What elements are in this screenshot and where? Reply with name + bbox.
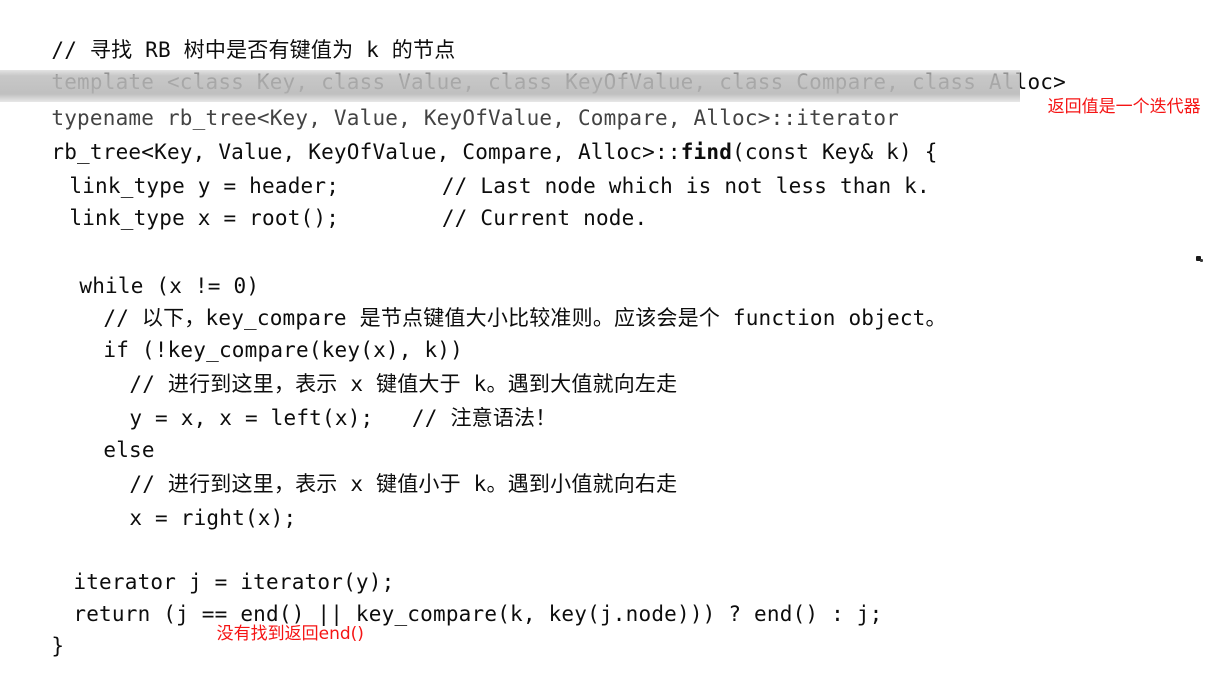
code-line-iterator-j: iterator j = iterator(y); xyxy=(0,534,1218,594)
code-line-comment-find-key: // 寻找 RB 树中是否有键值为 k 的节点 xyxy=(0,2,1218,62)
code-line-assign-right: x = right(x); xyxy=(0,470,1218,530)
annotation-not-found-returns-end: 没有找到返回end() xyxy=(195,604,364,664)
annotation-text: 没有找到返回end() xyxy=(216,624,364,644)
code-line-assign-left: y = x, x = left(x); // 注意语法！ xyxy=(0,370,1218,430)
code-line-decl-x-root: link_type x = root(); // Current node. xyxy=(0,170,1218,230)
code-line-comment-go-left: // 进行到这里，表示 x 键值大于 k。遇到大值就向左走 xyxy=(0,336,1218,396)
code-line-return-type-highlighted: typename rb_tree<Key, Value, KeyOfValue,… xyxy=(0,70,1020,130)
annotation-return-value-iterator: 返回值是一个迭代器 xyxy=(1026,77,1201,137)
code-text: x = right(x); xyxy=(129,506,297,530)
code-line-closing-brace: } xyxy=(0,598,1218,658)
code-line-template-decl: template <class Key, class Value, class … xyxy=(0,34,1218,94)
code-line-return-statement: return (j == end() || key_compare(k, key… xyxy=(0,566,1218,626)
code-line-comment-go-right: // 进行到这里，表示 x 键值小于 k。遇到小值就向右走 xyxy=(0,436,1218,496)
code-line-while-loop: while (x != 0) xyxy=(0,238,1218,298)
scan-speck-artifact xyxy=(1200,259,1203,262)
code-text: } xyxy=(51,634,65,658)
code-listing-page: // 寻找 RB 树中是否有键值为 k 的节点 template <class … xyxy=(0,0,1218,658)
code-line-if-key-compare: if (!key_compare(key(x), k)) xyxy=(0,302,1218,362)
code-line-else: else xyxy=(0,402,1218,462)
code-line-decl-y-header: link_type y = header; // Last node which… xyxy=(0,138,1218,198)
code-text: link_type x = root(); // Current node. xyxy=(69,206,648,230)
annotation-text: 返回值是一个迭代器 xyxy=(1047,97,1201,117)
code-line-comment-key-compare: // 以下，key_compare 是节点键值大小比较准则。应该会是个 func… xyxy=(0,270,1218,330)
